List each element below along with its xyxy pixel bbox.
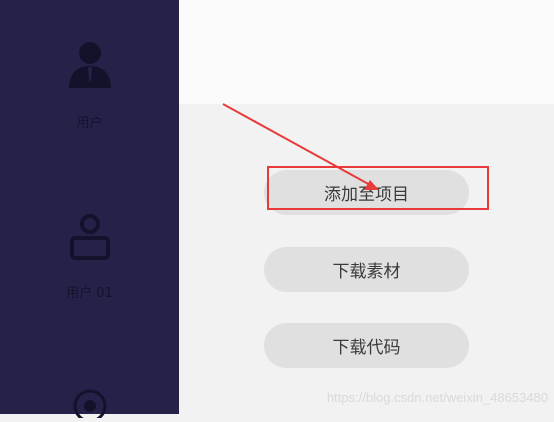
download-assets-button[interactable]: 下载素材 xyxy=(264,247,469,292)
gear-icon xyxy=(72,388,108,422)
download-code-button[interactable]: 下载代码 xyxy=(264,323,469,368)
user-avatar-icon xyxy=(67,40,113,94)
watermark: https://blog.csdn.net/weixin_48653480 xyxy=(326,390,548,405)
sidebar-item-label: 用户 xyxy=(76,116,103,131)
sidebar-item-user-01[interactable]: 用户 01 xyxy=(0,200,179,310)
sidebar-item-label: 用户 01 xyxy=(66,286,113,301)
sidebar-item-settings[interactable] xyxy=(0,385,179,422)
annotation-highlight-box xyxy=(267,166,489,210)
sidebar: 用户 用户 01 xyxy=(0,0,179,422)
sidebar-item-user[interactable]: 用户 xyxy=(0,0,179,140)
top-bar xyxy=(179,0,554,104)
user-outline-icon xyxy=(68,212,112,266)
